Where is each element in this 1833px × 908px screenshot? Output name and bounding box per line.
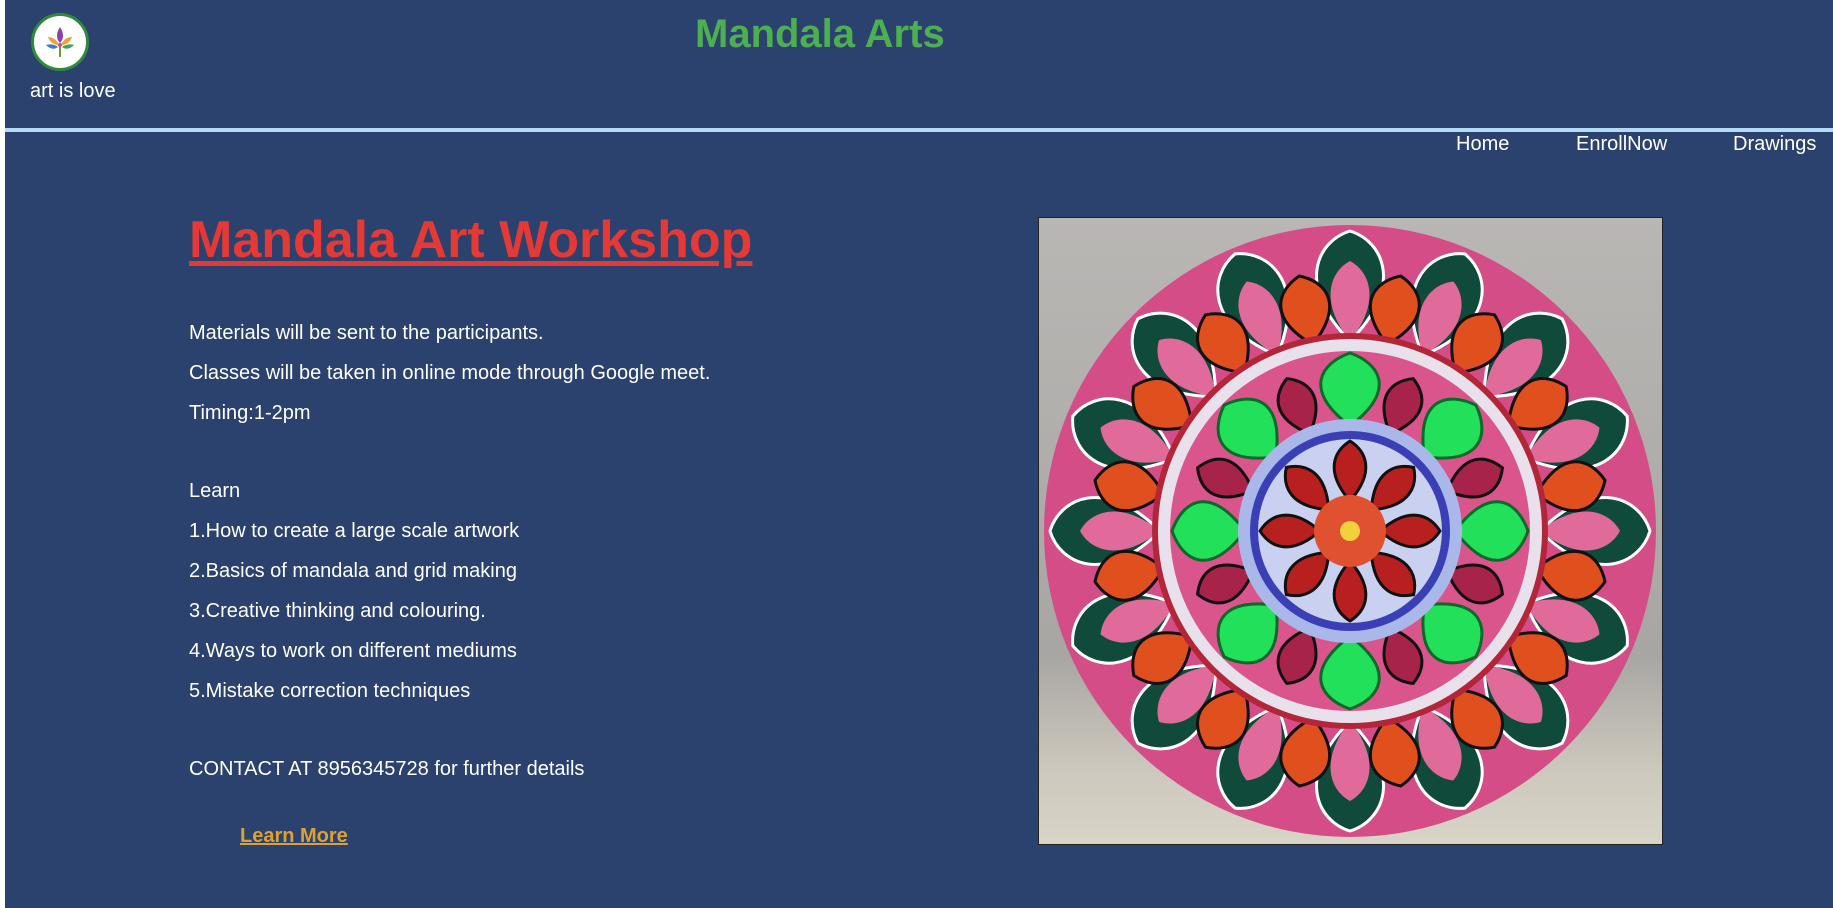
workshop-content: Mandala Art Workshop Materials will be s… <box>189 210 889 847</box>
learn-item: 1.How to create a large scale artwork <box>189 520 520 542</box>
workshop-title: Mandala Art Workshop <box>189 211 753 269</box>
nav-drawings-link[interactable]: Drawings <box>1733 133 1816 156</box>
mandala-artwork-icon <box>1044 225 1656 837</box>
nav-home-link[interactable]: Home <box>1456 133 1509 156</box>
materials-text: Materials will be sent to the participan… <box>189 322 544 344</box>
flower-logo-icon <box>46 27 74 57</box>
site-title: Mandala Arts <box>695 12 945 56</box>
timing-text: Timing:1-2pm <box>189 402 311 424</box>
learn-heading: Learn <box>189 480 241 502</box>
online-mode-text: Classes will be taken in online mode thr… <box>189 362 711 384</box>
contact-text: CONTACT AT 8956345728 for further detail… <box>189 758 585 780</box>
learn-item: 5.Mistake correction techniques <box>189 680 471 702</box>
logo[interactable] <box>31 13 89 71</box>
learn-item: 2.Basics of mandala and grid making <box>189 560 517 582</box>
mandala-artwork-image <box>1038 217 1663 845</box>
learn-item: 3.Creative thinking and colouring. <box>189 600 486 622</box>
header: art is love Mandala Arts <box>5 0 1833 128</box>
learn-item: 4.Ways to work on different mediums <box>189 640 517 662</box>
nav-enroll-link[interactable]: EnrollNow <box>1576 133 1667 156</box>
learn-more-link[interactable]: Learn More <box>240 825 348 848</box>
tagline: art is love <box>30 80 116 102</box>
page: art is love Mandala Arts Home EnrollNow … <box>5 0 1833 908</box>
header-divider <box>5 128 1833 132</box>
